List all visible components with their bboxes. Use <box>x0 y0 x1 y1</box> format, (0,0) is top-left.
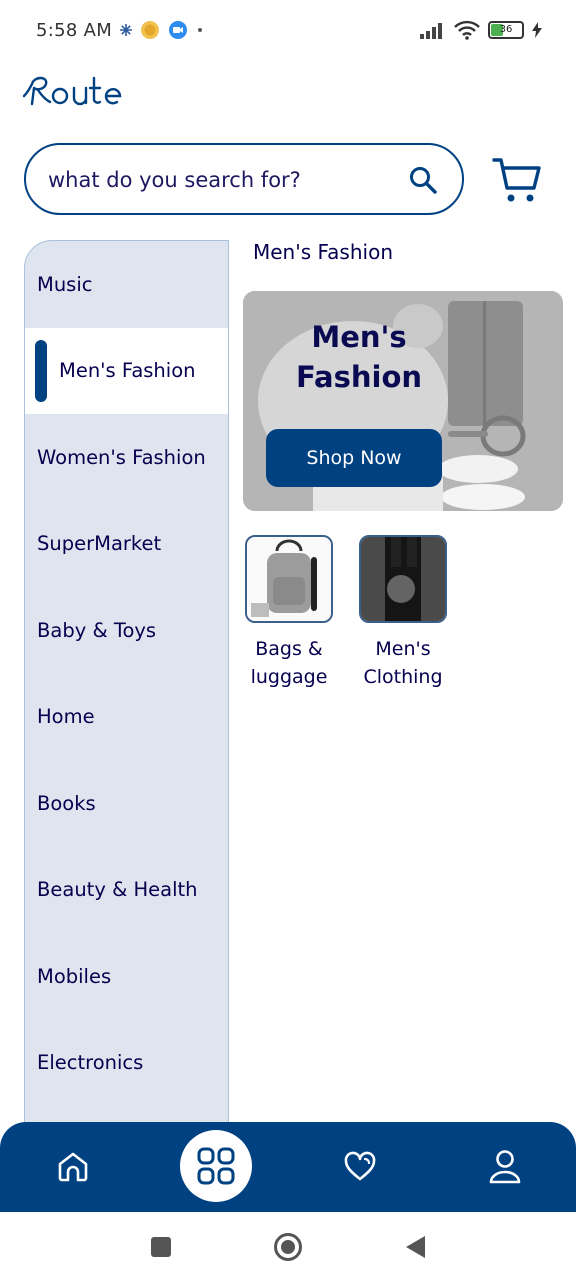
signal-icon <box>420 23 442 39</box>
sidebar-item-label: Men's Fashion <box>59 359 196 383</box>
wifi-icon <box>454 20 480 40</box>
nav-profile[interactable] <box>482 1144 528 1190</box>
back-triangle-icon <box>406 1236 425 1258</box>
banner-title-line2: Fashion <box>295 360 423 394</box>
shop-now-button[interactable]: Shop Now <box>266 429 442 487</box>
search-icon[interactable] <box>408 165 438 195</box>
nav-home[interactable] <box>50 1144 96 1190</box>
back-button[interactable] <box>400 1232 430 1262</box>
dot-icon <box>198 28 202 32</box>
nav-categories[interactable] <box>180 1130 252 1202</box>
subcategory-bags-luggage[interactable]: Bags & luggage <box>234 535 344 691</box>
section-title: Men's Fashion <box>253 240 393 264</box>
notification-icons <box>120 20 204 40</box>
home-icon <box>58 1152 88 1182</box>
bottom-navigation <box>0 1122 576 1212</box>
recent-apps-button[interactable] <box>146 1232 176 1262</box>
banner-title: Men's Fashion <box>243 317 475 397</box>
cart-icon[interactable] <box>492 156 542 204</box>
nav-wishlist[interactable] <box>337 1144 383 1190</box>
route-logo <box>22 76 122 106</box>
search-input[interactable] <box>48 163 388 197</box>
sidebar-item-beauty-health[interactable]: Beauty & Health <box>25 847 228 934</box>
subcategory-label: Bags & luggage <box>234 635 344 691</box>
system-navigation-bar <box>0 1212 576 1280</box>
subcategory-label: Men's Clothing <box>348 635 458 691</box>
status-bar: 5:58 AM 36 <box>0 0 576 62</box>
system-status-icons: 36 <box>420 20 542 40</box>
sidebar-item-label: Mobiles <box>37 964 112 988</box>
sidebar-item-label: Home <box>37 705 95 729</box>
subcategory-label-line2: Clothing <box>363 666 443 688</box>
subcategory-label-line2: luggage <box>250 666 328 688</box>
clothing-thumbnail[interactable] <box>359 535 447 623</box>
subcategory-label-line1: Bags & <box>255 638 323 660</box>
category-sidebar: Music Men's Fashion Women's Fashion Supe… <box>24 240 229 1130</box>
sidebar-item-label: Women's Fashion <box>37 445 206 469</box>
sidebar-item-label: Music <box>37 272 93 296</box>
home-button[interactable] <box>273 1232 303 1262</box>
sidebar-item-mobiles[interactable]: Mobiles <box>25 933 228 1020</box>
sidebar-item-label: SuperMarket <box>37 532 162 556</box>
coin-icon <box>141 21 159 39</box>
square-icon <box>151 1237 171 1257</box>
clothing-image <box>361 537 445 621</box>
active-indicator <box>35 339 47 402</box>
profile-icon <box>489 1150 521 1184</box>
heart-icon <box>344 1151 376 1181</box>
sidebar-item-home[interactable]: Home <box>25 674 228 761</box>
sidebar-item-mens-fashion[interactable]: Men's Fashion <box>25 327 228 414</box>
bags-thumbnail[interactable] <box>245 535 333 623</box>
sidebar-item-supermarket[interactable]: SuperMarket <box>25 501 228 588</box>
battery-indicator: 36 <box>488 21 524 39</box>
snowflake-icon <box>120 24 132 36</box>
categories-icon <box>197 1147 235 1185</box>
banner-title-line1: Men's <box>311 320 407 354</box>
sidebar-item-label: Beauty & Health <box>37 878 198 902</box>
battery-level: 36 <box>499 24 513 35</box>
subcategory-label-line1: Men's <box>375 638 431 660</box>
sidebar-item-label: Electronics <box>37 1051 144 1075</box>
subcategory-mens-clothing[interactable]: Men's Clothing <box>348 535 458 691</box>
sidebar-item-electronics[interactable]: Electronics <box>25 1020 228 1107</box>
category-banner: Men's Fashion Shop Now <box>243 291 563 511</box>
backpack-image <box>247 537 331 621</box>
video-call-icon <box>169 21 187 39</box>
circle-icon <box>274 1233 302 1261</box>
sidebar-item-womens-fashion[interactable]: Women's Fashion <box>25 414 228 501</box>
status-time: 5:58 AM <box>36 20 113 41</box>
sidebar-item-label: Baby & Toys <box>37 618 157 642</box>
sidebar-item-label: Books <box>37 791 96 815</box>
search-bar[interactable] <box>24 143 464 215</box>
sidebar-item-baby-toys[interactable]: Baby & Toys <box>25 587 228 674</box>
sidebar-item-music[interactable]: Music <box>25 241 228 328</box>
sidebar-item-books[interactable]: Books <box>25 760 228 847</box>
charging-icon <box>532 22 542 38</box>
